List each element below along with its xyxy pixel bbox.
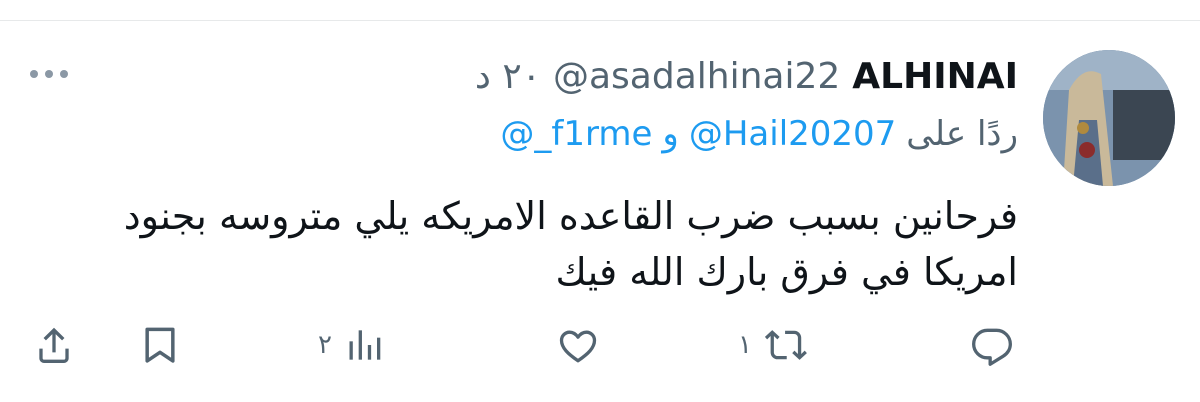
user-handle[interactable]: @asadalhinai22 — [553, 56, 840, 97]
reply-icon — [972, 328, 1012, 366]
share-button[interactable] — [32, 310, 76, 380]
tweet-text: فرحانين بسبب ضرب القاعده الامريكه يلي مت… — [58, 188, 1018, 300]
reply-button[interactable] — [970, 310, 1014, 380]
views-icon — [349, 330, 381, 360]
retweet-button[interactable]: ١ — [738, 310, 808, 380]
mention-link[interactable]: @Hail20207 — [689, 114, 896, 154]
avatar-image — [1043, 50, 1175, 186]
mention-link[interactable]: @_f1rme — [500, 114, 652, 154]
retweet-count: ١ — [738, 330, 752, 360]
views-count: ٢ — [318, 330, 332, 360]
tweet-header: ALHINAI @asadalhinai22 ٢٠ د — [475, 56, 1018, 100]
tweet-text-line: امريكا في فرق بارك الله فيك — [555, 250, 1018, 294]
top-divider — [0, 20, 1200, 21]
share-icon — [39, 327, 69, 363]
display-name[interactable]: ALHINAI — [852, 56, 1018, 97]
timestamp[interactable]: ٢٠ د — [475, 56, 541, 97]
action-bar: ١ ٢ — [0, 310, 1200, 380]
retweet-icon — [764, 330, 807, 360]
like-button[interactable] — [556, 310, 600, 380]
replying-to: ردًا على @Hail20207 و @_f1rme — [500, 114, 1018, 154]
replying-to-label: ردًا على — [906, 114, 1018, 154]
bookmark-button[interactable] — [138, 310, 182, 380]
mention-and: و — [662, 114, 679, 154]
avatar[interactable] — [1043, 50, 1175, 186]
like-icon — [559, 330, 597, 363]
tweet-text-line: فرحانين بسبب ضرب القاعده الامريكه يلي مت… — [123, 194, 1018, 238]
more-options-icon[interactable] — [30, 64, 74, 84]
views-button[interactable]: ٢ — [318, 310, 388, 380]
bookmark-icon — [145, 327, 175, 363]
